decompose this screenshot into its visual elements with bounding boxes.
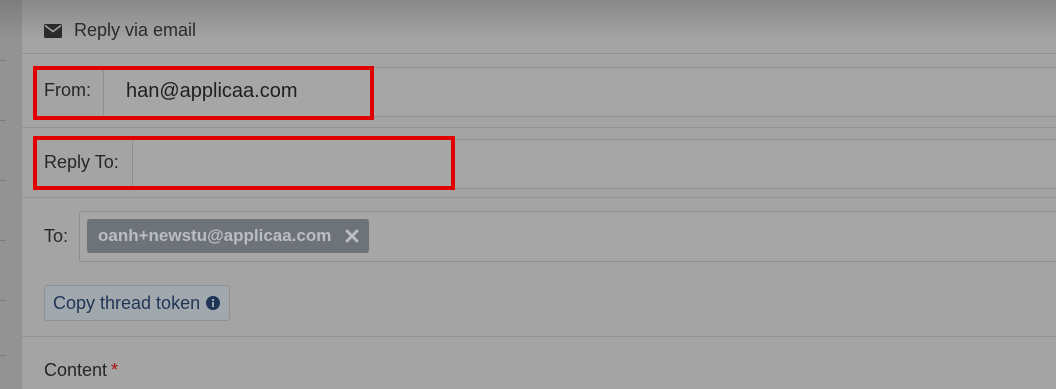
envelope-icon bbox=[44, 23, 62, 38]
reply-email-panel bbox=[22, 0, 1056, 389]
to-label: To: bbox=[44, 226, 69, 246]
row-divider bbox=[22, 127, 1056, 128]
reply-to-highlight-box bbox=[33, 136, 455, 190]
left-gutter bbox=[0, 0, 23, 389]
copy-thread-token-label: Copy thread token bbox=[53, 292, 201, 313]
from-highlight-box bbox=[33, 66, 374, 120]
content-label: Content bbox=[44, 360, 108, 380]
close-icon[interactable] bbox=[345, 229, 359, 243]
required-star: * bbox=[111, 360, 119, 380]
copy-thread-token-button[interactable]: Copy thread token bbox=[44, 285, 230, 321]
row-divider bbox=[22, 336, 1056, 337]
info-icon bbox=[206, 296, 221, 310]
recipient-email: oanh+newstu@applicaa.com bbox=[98, 226, 332, 245]
panel-header: Reply via email bbox=[22, 8, 1056, 54]
recipient-chip: oanh+newstu@applicaa.com bbox=[87, 219, 370, 253]
content-label-wrap: Content * bbox=[44, 360, 118, 381]
panel-title: Reply via email bbox=[74, 20, 197, 40]
row-divider bbox=[22, 197, 1056, 198]
